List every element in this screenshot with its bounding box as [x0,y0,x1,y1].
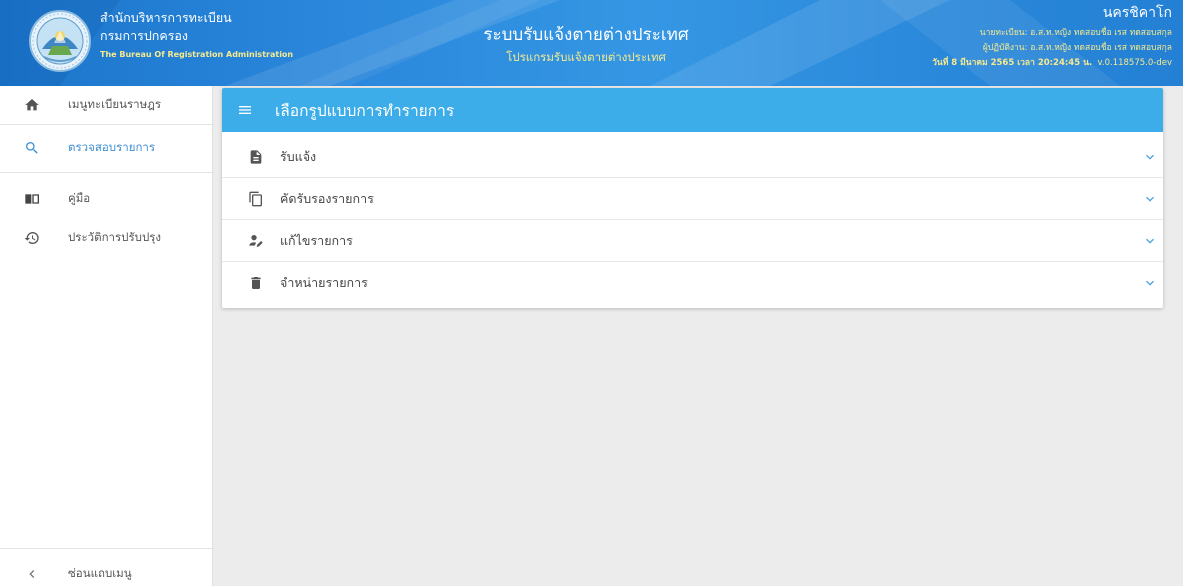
user-info-block: นครชิคาโก นายทะเบียน: อ.ส.ท.หญิง ทดสอบชื… [932,3,1172,71]
chevron-down-icon [1142,233,1158,249]
history-icon [24,230,40,246]
department-seal-logo [28,9,92,73]
system-title-block: ระบบรับแจ้งตายต่างประเทศ โปรแกรมรับแจ้งต… [386,23,786,65]
sidebar-item-changelog[interactable]: ประวัติการปรับปรุง [0,219,212,257]
main-content: เลือกรูปแบบการทำรายการ รับแจ้ง คัดรับรอง… [213,86,1183,586]
session-info: วันที่ 8 มีนาคม 2565 เวลา 20:24:45 น. v.… [932,56,1172,71]
sidebar-item-label: ตรวจสอบรายการ [68,139,156,154]
option-label: รับแจ้ง [280,148,317,164]
system-title: ระบบรับแจ้งตายต่างประเทศ [483,25,689,45]
person-edit-icon [248,233,264,249]
sidebar-item-label: ประวัติการปรับปรุง [68,230,162,244]
book-icon [24,191,40,207]
registrar-info: นายทะเบียน: อ.ส.ท.หญิง ทดสอบชื่อ เรส ทดส… [979,28,1172,38]
option-list: รับแจ้ง คัดรับรองรายการ แก้ไขรายการ จำหน… [222,132,1163,304]
panel-title: เลือกรูปแบบการทำรายการ [275,101,455,120]
operator-info: ผู้ปฏิบัติงาน: อ.ส.ท.หญิง ทดสอบชื่อ เรส … [982,43,1172,53]
chevron-left-icon [24,566,40,582]
chevron-down-icon [1142,149,1158,165]
sidebar-item-label: เมนูทะเบียนราษฎร [68,97,162,111]
dept-name-th: กรมการปกครอง [100,28,189,43]
option-label: แก้ไขรายการ [280,232,353,248]
option-certify-copy[interactable]: คัดรับรองรายการ [222,178,1163,220]
app-version: v.0.118575.0-dev [1097,58,1172,68]
transaction-type-panel: เลือกรูปแบบการทำรายการ รับแจ้ง คัดรับรอง… [222,88,1163,308]
sidebar-divider [0,172,212,173]
collapse-sidebar-button[interactable]: ซ่อนแถบเมนู [0,562,212,586]
chevron-down-icon [1142,275,1158,291]
program-title: โปรแกรมรับแจ้งตายต่างประเทศ [506,50,666,64]
session-datetime: วันที่ 8 มีนาคม 2565 เวลา 20:24:45 น. [932,58,1093,68]
option-label: คัดรับรองรายการ [280,190,374,206]
header-bar: สำนักบริหารการทะเบียน กรมการปกครอง The B… [0,0,1183,86]
office-name: นครชิคาโก [1102,5,1172,21]
chevron-down-icon [1142,191,1158,207]
option-label: จำหน่ายรายการ [280,275,368,290]
sidebar: เมนูทะเบียนราษฎร ตรวจสอบรายการ คู่มือ ปร… [0,86,213,586]
option-dispose-record[interactable]: จำหน่ายรายการ [222,262,1163,304]
sidebar-bottom-divider [0,548,212,549]
org-name-th: สำนักบริหารการทะเบียน [100,10,232,25]
organization-block: สำนักบริหารการทะเบียน กรมการปกครอง The B… [100,9,293,59]
trash-icon [248,275,264,291]
sidebar-item-manual[interactable]: คู่มือ [0,180,212,218]
org-name-en: The Bureau Of Registration Administratio… [100,50,294,59]
sidebar-item-civil-registration-menu[interactable]: เมนูทะเบียนราษฎร [0,86,212,124]
panel-header: เลือกรูปแบบการทำรายการ [222,88,1163,132]
copy-icon [248,191,264,207]
option-receive-report[interactable]: รับแจ้ง [222,136,1163,178]
home-icon [24,97,40,113]
file-icon [248,149,264,165]
option-edit-record[interactable]: แก้ไขรายการ [222,220,1163,262]
search-icon [24,140,40,156]
sidebar-item-check-records[interactable]: ตรวจสอบรายการ [0,124,212,171]
sidebar-item-label: คู่มือ [68,191,91,205]
menu-icon [237,102,253,118]
collapse-sidebar-label: ซ่อนแถบเมนู [68,566,132,580]
